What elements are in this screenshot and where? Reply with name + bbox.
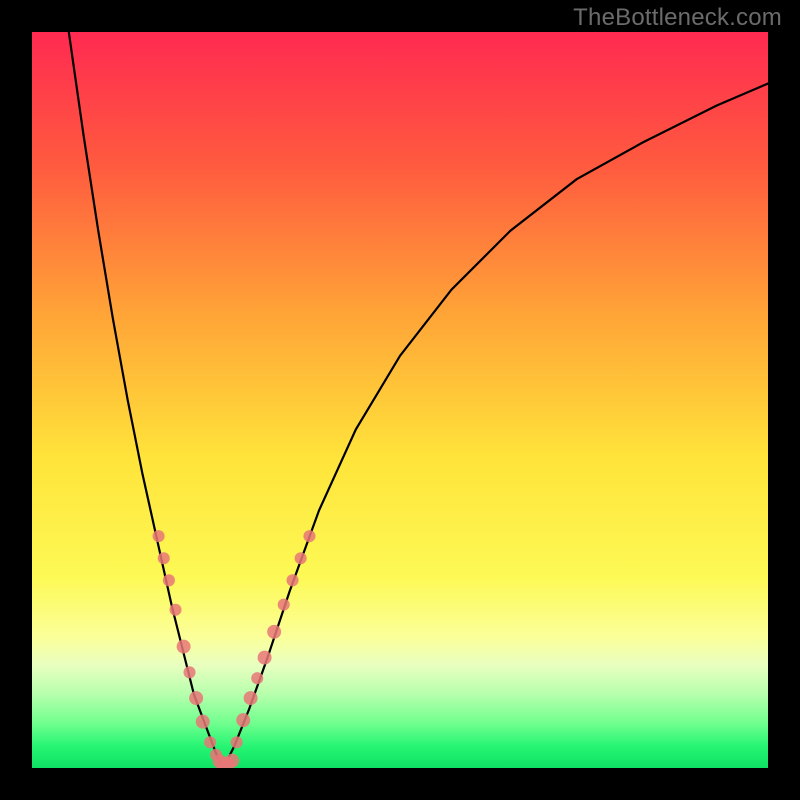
marker-point: [189, 691, 203, 705]
marker-point: [303, 530, 315, 542]
marker-point: [251, 672, 263, 684]
marker-point: [231, 736, 243, 748]
marker-point: [236, 713, 250, 727]
marker-point: [177, 640, 191, 654]
outer-frame: TheBottleneck.com: [0, 0, 800, 800]
marker-point: [258, 651, 272, 665]
marker-point: [225, 754, 239, 768]
marker-point: [267, 625, 281, 639]
marker-point: [153, 530, 165, 542]
left-curve: [69, 32, 224, 768]
marker-point: [196, 715, 210, 729]
marker-point: [163, 574, 175, 586]
marker-point: [244, 691, 258, 705]
marker-point: [278, 599, 290, 611]
curves-layer: [32, 32, 768, 768]
marker-layer: [153, 530, 316, 768]
marker-point: [158, 552, 170, 564]
marker-point: [204, 736, 216, 748]
watermark-text: TheBottleneck.com: [573, 4, 782, 32]
marker-point: [287, 574, 299, 586]
marker-point: [295, 552, 307, 564]
marker-point: [183, 666, 195, 678]
marker-point: [169, 604, 181, 616]
right-curve: [223, 84, 768, 768]
plot-area: [32, 32, 768, 768]
